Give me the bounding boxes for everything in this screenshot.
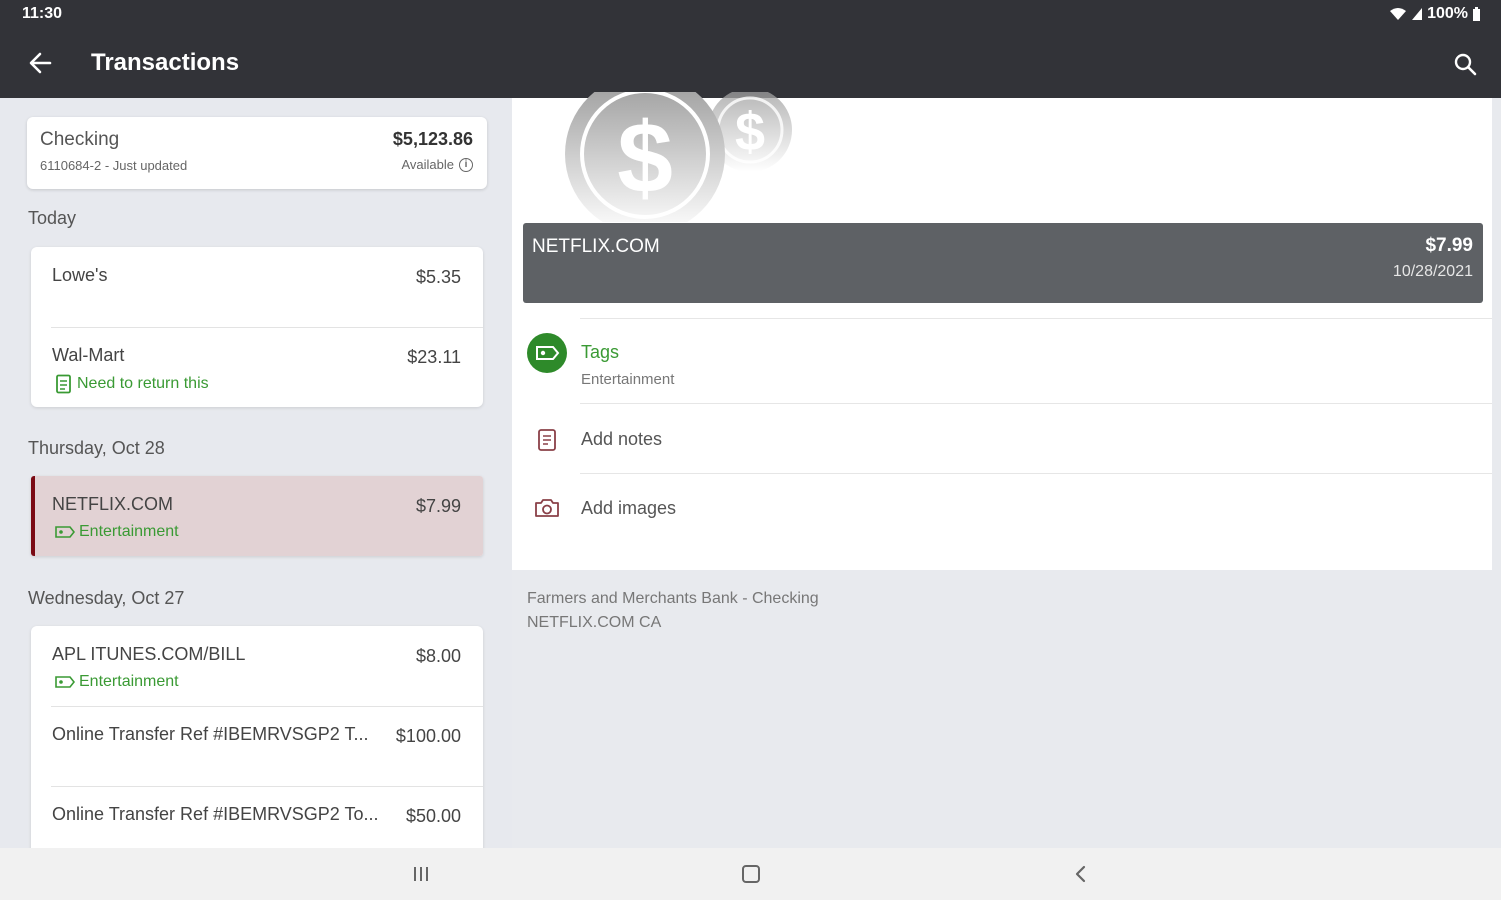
svg-text:$: $ bbox=[735, 102, 765, 162]
page-title: Transactions bbox=[91, 49, 240, 76]
coins-illustration: $ $ bbox=[565, 92, 792, 222]
camera-icon bbox=[535, 499, 559, 517]
transaction-date: 10/28/2021 bbox=[1392, 263, 1473, 280]
transaction-amount: $100.00 bbox=[395, 726, 461, 746]
nav-back-icon[interactable] bbox=[1069, 862, 1093, 886]
add-notes-button[interactable]: Add notes bbox=[581, 429, 662, 450]
section-header-thursday: Thursday, Oct 28 bbox=[28, 438, 165, 458]
transaction-note: Need to return this bbox=[55, 374, 209, 394]
transaction-group-thursday: NETFLIX.COM $7.99 Entertainment bbox=[31, 476, 483, 556]
detail-card: $ $ NETFLIX.COM $7.99 10/28/2021 Tags En… bbox=[512, 92, 1492, 570]
account-card[interactable]: Checking 6110684-2 - Just updated $5,123… bbox=[27, 117, 487, 189]
transaction-amount: $5.35 bbox=[415, 267, 461, 287]
tags-label[interactable]: Tags bbox=[581, 342, 619, 363]
merchant-header: NETFLIX.COM $7.99 10/28/2021 bbox=[523, 223, 1483, 303]
info-icon[interactable]: i bbox=[459, 157, 473, 172]
tag-icon bbox=[55, 676, 75, 688]
wifi-icon bbox=[1390, 8, 1407, 20]
note-icon bbox=[538, 429, 556, 451]
divider bbox=[580, 403, 1492, 404]
transaction-name: Online Transfer Ref #IBEMRVSGP2 To... bbox=[52, 804, 379, 824]
tag-glyph-icon bbox=[536, 346, 560, 360]
search-icon[interactable] bbox=[1451, 50, 1479, 78]
tag-icon[interactable] bbox=[527, 333, 567, 373]
app-bar: Transactions bbox=[0, 28, 1501, 98]
account-balance: $5,123.86 bbox=[392, 129, 473, 149]
transaction-name: Lowe's bbox=[52, 265, 108, 285]
transaction-name: NETFLIX.COM bbox=[52, 494, 174, 514]
transaction-list-panel: Checking 6110684-2 - Just updated $5,123… bbox=[0, 98, 512, 848]
home-icon[interactable] bbox=[739, 862, 763, 886]
transaction-group-today: Lowe's $5.35 Wal-Mart $23.11 Need to ret… bbox=[31, 247, 483, 407]
divider bbox=[580, 473, 1492, 474]
transaction-row-transfer-1[interactable]: Online Transfer Ref #IBEMRVSGP2 T... $10… bbox=[31, 706, 483, 786]
available-text: Available bbox=[401, 157, 454, 172]
status-indicators: 100% bbox=[1389, 5, 1481, 23]
transaction-detail-panel: $ $ NETFLIX.COM $7.99 10/28/2021 Tags En… bbox=[512, 92, 1501, 848]
status-time: 11:30 bbox=[22, 5, 63, 22]
transaction-amount: $7.99 bbox=[415, 496, 461, 516]
recents-icon[interactable] bbox=[409, 862, 433, 886]
transaction-tag: Entertainment bbox=[55, 673, 179, 691]
transaction-amount: $23.11 bbox=[407, 347, 461, 367]
divider bbox=[580, 318, 1492, 319]
back-arrow-icon[interactable] bbox=[24, 48, 58, 78]
system-nav-bar bbox=[0, 848, 1501, 900]
transaction-row-transfer-2[interactable]: Online Transfer Ref #IBEMRVSGP2 To... $5… bbox=[31, 786, 483, 848]
status-bar: 11:30 100% bbox=[0, 0, 1501, 28]
tags-value: Entertainment bbox=[581, 371, 675, 388]
transaction-amount: $50.00 bbox=[405, 806, 461, 826]
transaction-description: NETFLIX.COM CA bbox=[527, 614, 662, 631]
svg-text:$: $ bbox=[617, 102, 673, 214]
transaction-row-walmart[interactable]: Wal-Mart $23.11 Need to return this bbox=[31, 327, 483, 407]
battery-percent: 100% bbox=[1427, 5, 1468, 22]
transaction-row-itunes[interactable]: APL ITUNES.COM/BILL $8.00 Entertainment bbox=[31, 626, 483, 706]
bank-account-label: Farmers and Merchants Bank - Checking bbox=[527, 590, 819, 607]
signal-icon bbox=[1412, 8, 1423, 20]
merchant-amount: $7.99 bbox=[1425, 235, 1473, 256]
merchant-name: NETFLIX.COM bbox=[532, 236, 660, 257]
available-label: Available i bbox=[401, 157, 473, 172]
transaction-tag-text: Entertainment bbox=[79, 523, 179, 540]
add-images-button[interactable]: Add images bbox=[581, 498, 676, 519]
section-header-today: Today bbox=[28, 208, 77, 228]
transaction-tag: Entertainment bbox=[55, 523, 179, 541]
transaction-group-wednesday: APL ITUNES.COM/BILL $8.00 Entertainment … bbox=[31, 626, 483, 848]
transaction-row-netflix[interactable]: NETFLIX.COM $7.99 Entertainment bbox=[31, 476, 483, 556]
tag-icon bbox=[55, 526, 75, 538]
transaction-note-text: Need to return this bbox=[77, 375, 209, 392]
transaction-tag-text: Entertainment bbox=[79, 673, 179, 690]
account-name: Checking bbox=[40, 129, 120, 150]
battery-icon bbox=[1473, 6, 1480, 21]
transaction-amount: $8.00 bbox=[415, 646, 461, 666]
note-icon bbox=[56, 374, 71, 394]
transaction-name: Wal-Mart bbox=[52, 345, 125, 365]
transaction-row-lowes[interactable]: Lowe's $5.35 bbox=[31, 247, 483, 327]
transaction-name: APL ITUNES.COM/BILL bbox=[52, 644, 246, 664]
account-subtitle: 6110684-2 - Just updated bbox=[40, 158, 188, 173]
transaction-name: Online Transfer Ref #IBEMRVSGP2 T... bbox=[52, 724, 369, 744]
section-header-wednesday: Wednesday, Oct 27 bbox=[28, 588, 185, 608]
